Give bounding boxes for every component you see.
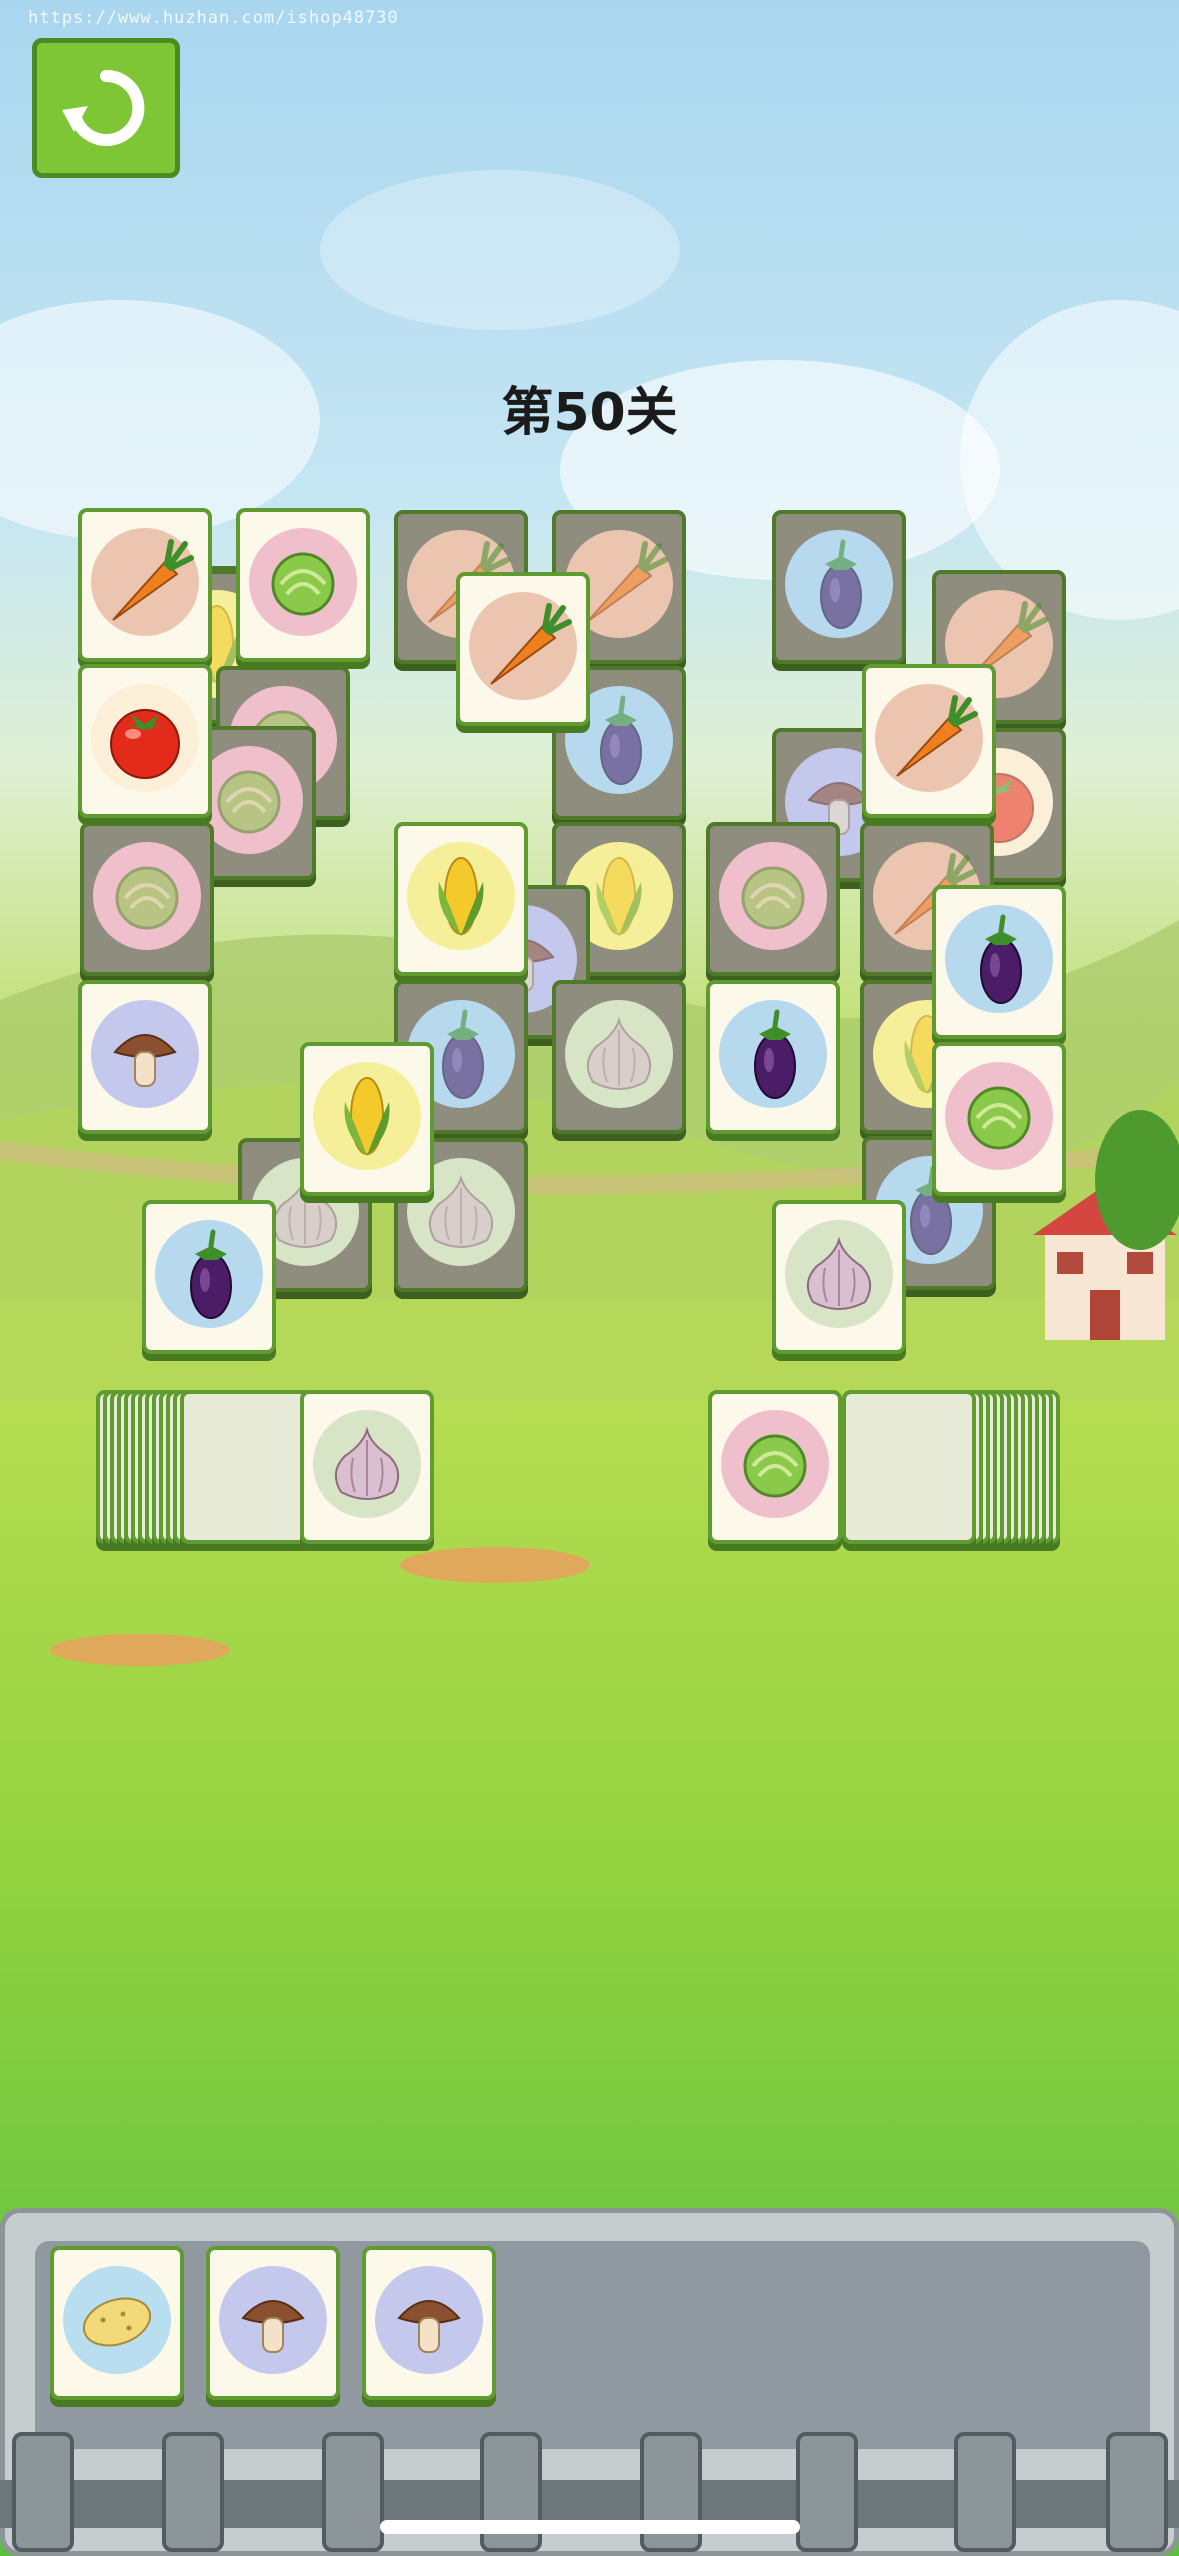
- corn-tile[interactable]: [394, 822, 528, 976]
- eggplant-icon: [820, 539, 862, 629]
- mushroom-icon: [113, 1034, 177, 1087]
- tomato-tile[interactable]: [78, 664, 212, 818]
- fence-post: [796, 2432, 858, 2552]
- garlic-icon: [806, 1236, 872, 1310]
- garlic-tile: [552, 980, 686, 1134]
- lettuce-tile: [706, 822, 840, 976]
- lettuce-icon: [741, 866, 805, 930]
- carrot-icon: [490, 603, 572, 685]
- eggplant-icon: [754, 1009, 796, 1099]
- fence-post: [162, 2432, 224, 2552]
- garlic-icon: [334, 1426, 400, 1500]
- collection-slots: [35, 2241, 1150, 2449]
- carrot-tile[interactable]: [78, 508, 212, 662]
- garlic-tile[interactable]: [772, 1200, 906, 1354]
- fence-post: [12, 2432, 74, 2552]
- home-indicator: [380, 2520, 800, 2534]
- game-board: [0, 0, 1179, 2556]
- lettuce-tile[interactable]: [932, 1042, 1066, 1196]
- corn-tile[interactable]: [300, 1042, 434, 1196]
- carrot-tile[interactable]: [456, 572, 590, 726]
- carrot-icon: [112, 539, 194, 621]
- lettuce-icon: [115, 866, 179, 930]
- lettuce-tile[interactable]: [708, 1390, 842, 1544]
- stack-card-back: [842, 1390, 976, 1544]
- eggplant-tile[interactable]: [142, 1200, 276, 1354]
- fence-post: [480, 2432, 542, 2552]
- mushroom-tile[interactable]: [78, 980, 212, 1134]
- eggplant-icon: [190, 1229, 232, 1319]
- carrot-icon: [896, 695, 978, 777]
- fence-post: [1106, 2432, 1168, 2552]
- garlic-icon: [586, 1016, 652, 1090]
- stack-card-back: [180, 1390, 314, 1544]
- lettuce-icon: [743, 1434, 807, 1498]
- eggplant-tile[interactable]: [706, 980, 840, 1134]
- fence-post: [640, 2432, 702, 2552]
- corn-icon: [344, 1077, 390, 1156]
- eggplant-icon: [980, 914, 1022, 1004]
- lettuce-tile: [80, 822, 214, 976]
- fence-post: [954, 2432, 1016, 2552]
- lettuce-icon: [967, 1086, 1031, 1150]
- lettuce-tile[interactable]: [236, 508, 370, 662]
- carrot-tile[interactable]: [862, 664, 996, 818]
- eggplant-tile[interactable]: [932, 885, 1066, 1039]
- eggplant-tile: [772, 510, 906, 664]
- lettuce-icon: [271, 552, 335, 616]
- fence-post: [322, 2432, 384, 2552]
- tomato-icon: [110, 709, 180, 779]
- garlic-tile[interactable]: [300, 1390, 434, 1544]
- corn-icon: [438, 857, 484, 936]
